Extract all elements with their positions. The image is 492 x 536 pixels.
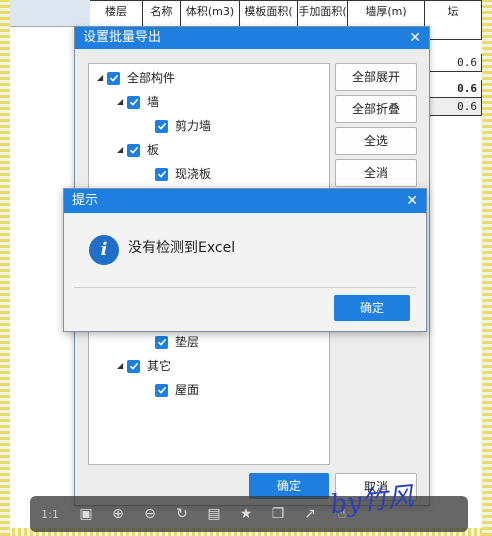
prompt-dialog: 提示 ✕ i 没有检测到Excel 确定 [63,188,427,332]
cell-value: 0.6 [425,98,482,116]
ratio-label[interactable]: 1:1 [30,508,70,521]
expand-all-button[interactable]: 全部展开 [335,63,417,91]
collapse-arrow-icon[interactable]: ◢ [97,68,107,88]
checkbox[interactable] [155,335,168,349]
checkbox[interactable] [127,359,140,373]
tree-node-slab[interactable]: ◢ 板 [117,140,159,160]
tree-label: 其它 [147,359,172,373]
copy-icon[interactable]: ❐ [262,506,294,522]
close-icon[interactable]: ✕ [409,27,421,49]
tree-node-all[interactable]: ◢ 全部构件 [97,68,175,88]
tree-node-wall[interactable]: ◢ 墙 [117,92,159,112]
rotate-icon[interactable]: ↻ [166,506,198,522]
collapse-arrow-icon[interactable]: ◢ [117,140,127,160]
cell-value: 0.6 [425,54,482,72]
fit-window-icon[interactable]: ▣ [70,506,102,522]
dialog-titlebar: 设置批量导出 ✕ [75,27,429,49]
prompt-titlebar: 提示 ✕ [64,189,426,213]
favorite-icon[interactable]: ★ [230,506,262,522]
collapse-arrow-icon[interactable]: ◢ [117,92,127,112]
save-icon[interactable]: ▤ [198,506,230,522]
checkbox[interactable] [155,119,168,133]
prompt-title: 提示 [72,193,99,208]
tree-label: 屋面 [175,383,200,397]
checkbox[interactable] [127,143,140,157]
info-icon: i [89,235,119,265]
zoom-in-icon[interactable]: ⊕ [102,506,134,522]
collapse-arrow-icon[interactable]: ◢ [117,356,127,376]
checkbox[interactable] [155,167,168,181]
cell-value: 0.6 [425,80,482,98]
tree-node-shear-wall[interactable]: 剪力墙 [155,116,211,136]
close-icon[interactable]: ✕ [406,189,418,213]
divider [74,287,416,288]
collapse-all-button[interactable]: 全部折叠 [335,95,417,123]
image-viewer-toolbar: 1:1 ▣ ⊕ ⊖ ↻ ▤ ★ ❐ ↗ ☝ [30,496,468,532]
tree-label: 现浇板 [175,167,212,181]
like-icon[interactable]: ☝ [326,506,358,522]
tree-label: 板 [147,143,160,157]
tree-label: 墙 [147,95,160,109]
checkbox[interactable] [155,383,168,397]
dialog-title: 设置批量导出 [83,30,162,45]
share-icon[interactable]: ↗ [294,506,326,522]
prompt-message: 没有检测到Excel [128,240,236,256]
checkbox[interactable] [127,95,140,109]
zoom-out-icon[interactable]: ⊖ [134,506,166,522]
tree-node-roof[interactable]: 屋面 [155,380,199,400]
row-header-area [10,0,90,27]
col-header-extra: 坛 [425,0,482,40]
tree-label: 剪力墙 [175,119,212,133]
checkbox[interactable] [107,71,120,85]
tree-label: 垫层 [175,335,200,349]
tree-node-cushion[interactable]: 垫层 [155,332,199,352]
tree-label: 全部构件 [127,71,176,85]
prompt-ok-button[interactable]: 确定 [334,295,410,321]
deselect-all-button[interactable]: 全消 [335,159,417,187]
tree-node-other[interactable]: ◢ 其它 [117,356,171,376]
select-all-button[interactable]: 全选 [335,127,417,155]
tree-node-cast-slab[interactable]: 现浇板 [155,164,211,184]
